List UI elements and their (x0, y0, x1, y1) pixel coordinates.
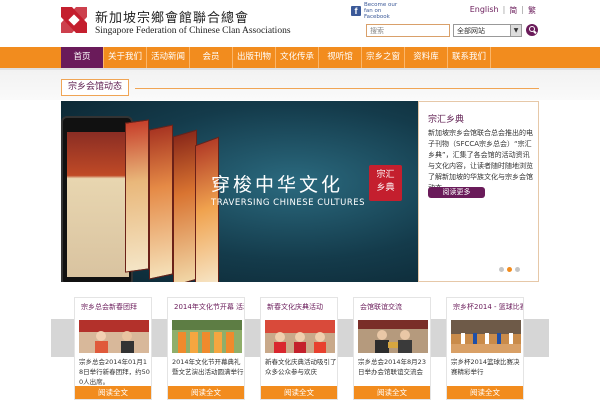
magazine-page-image (149, 124, 173, 280)
card-title[interactable]: 宗乡杯2014 - 篮球比赛 (453, 302, 523, 312)
magazine-page-image (195, 136, 219, 282)
card-text: 宗乡杯2014篮球比赛决赛精彩举行 (451, 358, 520, 376)
slider-dot[interactable] (515, 267, 520, 272)
language-switcher: English | 简 | 繁 (470, 5, 536, 16)
slider-dot-active[interactable] (507, 267, 512, 272)
section-title: 宗乡会馆动态 (61, 79, 130, 96)
card-photo (451, 320, 521, 353)
read-full-button[interactable]: 阅读全文 (354, 386, 430, 399)
feature-side-panel: 宗汇乡典 新加坡宗乡会馆联合总会推出的电子刊物（SFCCA宗乡总会）“宗汇乡典”… (418, 101, 539, 282)
read-full-button[interactable]: 阅读全文 (261, 386, 337, 399)
nav-item-about[interactable]: 关于我们 (104, 47, 147, 68)
nav-item-media[interactable]: 视听馆 (319, 47, 362, 68)
lang-separator: | (502, 5, 506, 14)
card-photo (265, 320, 335, 353)
nav-item-contact[interactable]: 联系我们 (448, 47, 491, 68)
logo-english-name: Singapore Federation of Chinese Clan Ass… (95, 26, 291, 36)
card-title[interactable]: 会馆联谊交流 (360, 302, 430, 312)
lang-traditional-link[interactable]: 繁 (528, 5, 536, 16)
slider-dots (499, 267, 520, 272)
card-text: 2014年文化节开幕典礼暨文艺演出活动圆满举行 (172, 358, 244, 376)
nav-item-publications[interactable]: 出版刊物 (233, 47, 276, 68)
nav-item-members[interactable]: 会员 (190, 47, 233, 68)
card-photo (79, 320, 149, 353)
main-nav: 首页 关于我们 活动新闻 会员 出版刊物 文化传承 视听馆 宗乡之窗 资料库 联… (61, 47, 491, 68)
news-card[interactable]: 宗乡总会新春团拜 宗乡总会2014年01月18日举行新春团拜，约500人出席。 … (74, 297, 152, 400)
read-full-button[interactable]: 阅读全文 (447, 386, 523, 399)
side-panel-title: 宗汇乡典 (428, 115, 465, 125)
facebook-text: Become our fan on Facebook (364, 2, 398, 20)
search-input[interactable]: 搜索 (366, 24, 450, 37)
lang-english-link[interactable]: English (470, 5, 499, 16)
card-text: 新春文化庆典活动吸引了众多公众参与欢庆 (265, 358, 337, 376)
search-button[interactable] (526, 24, 538, 36)
red-seal-stamp: 宗汇 乡典 (369, 165, 402, 201)
banner-title-cn: 穿梭中华文化 (211, 174, 344, 196)
lang-separator: | (521, 5, 524, 14)
nav-item-clan-window[interactable]: 宗乡之窗 (362, 47, 405, 68)
news-card[interactable]: 会馆联谊交流 宗乡总会2014年8月23日举办会馆联谊交流会 阅读全文 (353, 297, 431, 400)
nav-item-database[interactable]: 资料库 (405, 47, 448, 68)
read-full-button[interactable]: 阅读全文 (75, 386, 151, 399)
card-text: 宗乡总会2014年01月18日举行新春团拜，约500人出席。 (79, 358, 150, 386)
card-title[interactable]: 新春文化庆典活动 (267, 302, 337, 312)
card-text: 宗乡总会2014年8月23日举办会馆联谊交流会 (358, 358, 426, 376)
news-card[interactable]: 新春文化庆典活动 新春文化庆典活动吸引了众多公众参与欢庆 阅读全文 (260, 297, 338, 400)
search-scope-value: 全部网站 (457, 27, 485, 35)
read-more-button[interactable]: 阅读更多 (428, 187, 485, 198)
slider-dot[interactable] (499, 267, 504, 272)
news-card[interactable]: 宗乡杯2014 - 篮球比赛 宗乡杯2014篮球比赛决赛精彩举行 阅读全文 (446, 297, 524, 400)
lang-simplified-link[interactable]: 简 (509, 5, 517, 16)
nav-item-culture[interactable]: 文化传承 (276, 47, 319, 68)
facebook-link[interactable]: f Become our fan on Facebook (351, 2, 406, 20)
news-card[interactable]: 2014年文化节开幕 活动 2014年文化节开幕典礼暨文艺演出活动圆满举行 阅读… (167, 297, 245, 400)
facebook-icon: f (351, 6, 361, 16)
logo-chinese-name: 新加坡宗鄉會館聯合總會 (95, 11, 250, 26)
chevron-down-icon: ▼ (510, 25, 521, 36)
section-divider (135, 88, 539, 89)
tablet-image (61, 116, 133, 282)
magazine-page-image (125, 119, 149, 273)
hero-banner[interactable]: 穿梭中华文化 TRAVERSING CHINESE CULTURES 宗汇 乡典 (61, 101, 418, 282)
sfcca-logo-icon (59, 5, 89, 35)
side-panel-text: 新加坡宗乡会馆联合总会推出的电子刊物（SFCCA宗乡总会）“宗汇乡典”，汇集了各… (428, 129, 533, 192)
tablet-screen (67, 132, 129, 277)
nav-item-home[interactable]: 首页 (61, 47, 104, 68)
card-photo (172, 320, 242, 353)
card-title[interactable]: 宗乡总会新春团拜 (81, 302, 151, 312)
read-full-button[interactable]: 阅读全文 (168, 386, 244, 399)
magazine-page-image (173, 129, 197, 282)
banner-title-en: TRAVERSING CHINESE CULTURES (211, 198, 366, 208)
site-logo[interactable]: 新加坡宗鄉會館聯合總會 Singapore Federation of Chin… (59, 5, 291, 41)
card-title[interactable]: 2014年文化节开幕 活动 (174, 302, 244, 312)
search-scope-select[interactable]: 全部网站 ▼ (453, 24, 522, 37)
card-photo (358, 320, 428, 353)
nav-item-news[interactable]: 活动新闻 (147, 47, 190, 68)
